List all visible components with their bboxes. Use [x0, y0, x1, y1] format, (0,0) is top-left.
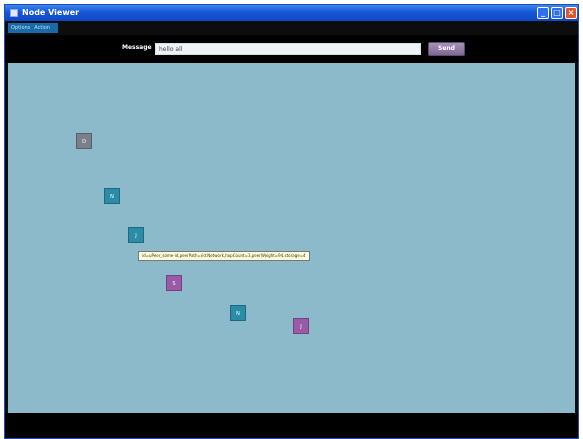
status-bar [5, 413, 578, 438]
maximize-button[interactable]: □ [551, 7, 563, 19]
message-toolbar: Message Send [5, 35, 578, 63]
node-0[interactable]: D [76, 133, 92, 149]
node-tooltip: id=uPeer_some-id,peerPath=/id:Network,ho… [138, 251, 310, 261]
message-input[interactable] [155, 43, 421, 55]
app-icon [10, 9, 18, 17]
window-title: Node Viewer [22, 8, 80, 17]
node-1[interactable]: N [104, 188, 120, 204]
node-4[interactable]: N [230, 305, 246, 321]
app-window: Node Viewer _ □ × Options Action Message… [4, 4, 579, 439]
menu-bar: Options Action [5, 21, 578, 35]
node-2[interactable]: J [128, 227, 144, 243]
menu-item-options[interactable]: Options [11, 23, 30, 33]
node-3[interactable]: S [166, 275, 182, 291]
node-5[interactable]: J [293, 318, 309, 334]
send-button[interactable]: Send [428, 42, 465, 56]
title-bar[interactable]: Node Viewer _ □ × [5, 5, 578, 21]
menu-item-action[interactable]: Action [34, 23, 50, 33]
node-canvas[interactable]: D N J id=uPeer_some-id,peerPath=/id:Netw… [8, 63, 575, 413]
close-button[interactable]: × [565, 7, 577, 19]
message-label: Message [122, 44, 152, 51]
minimize-button[interactable]: _ [537, 7, 549, 19]
menu-group: Options Action [8, 23, 58, 33]
